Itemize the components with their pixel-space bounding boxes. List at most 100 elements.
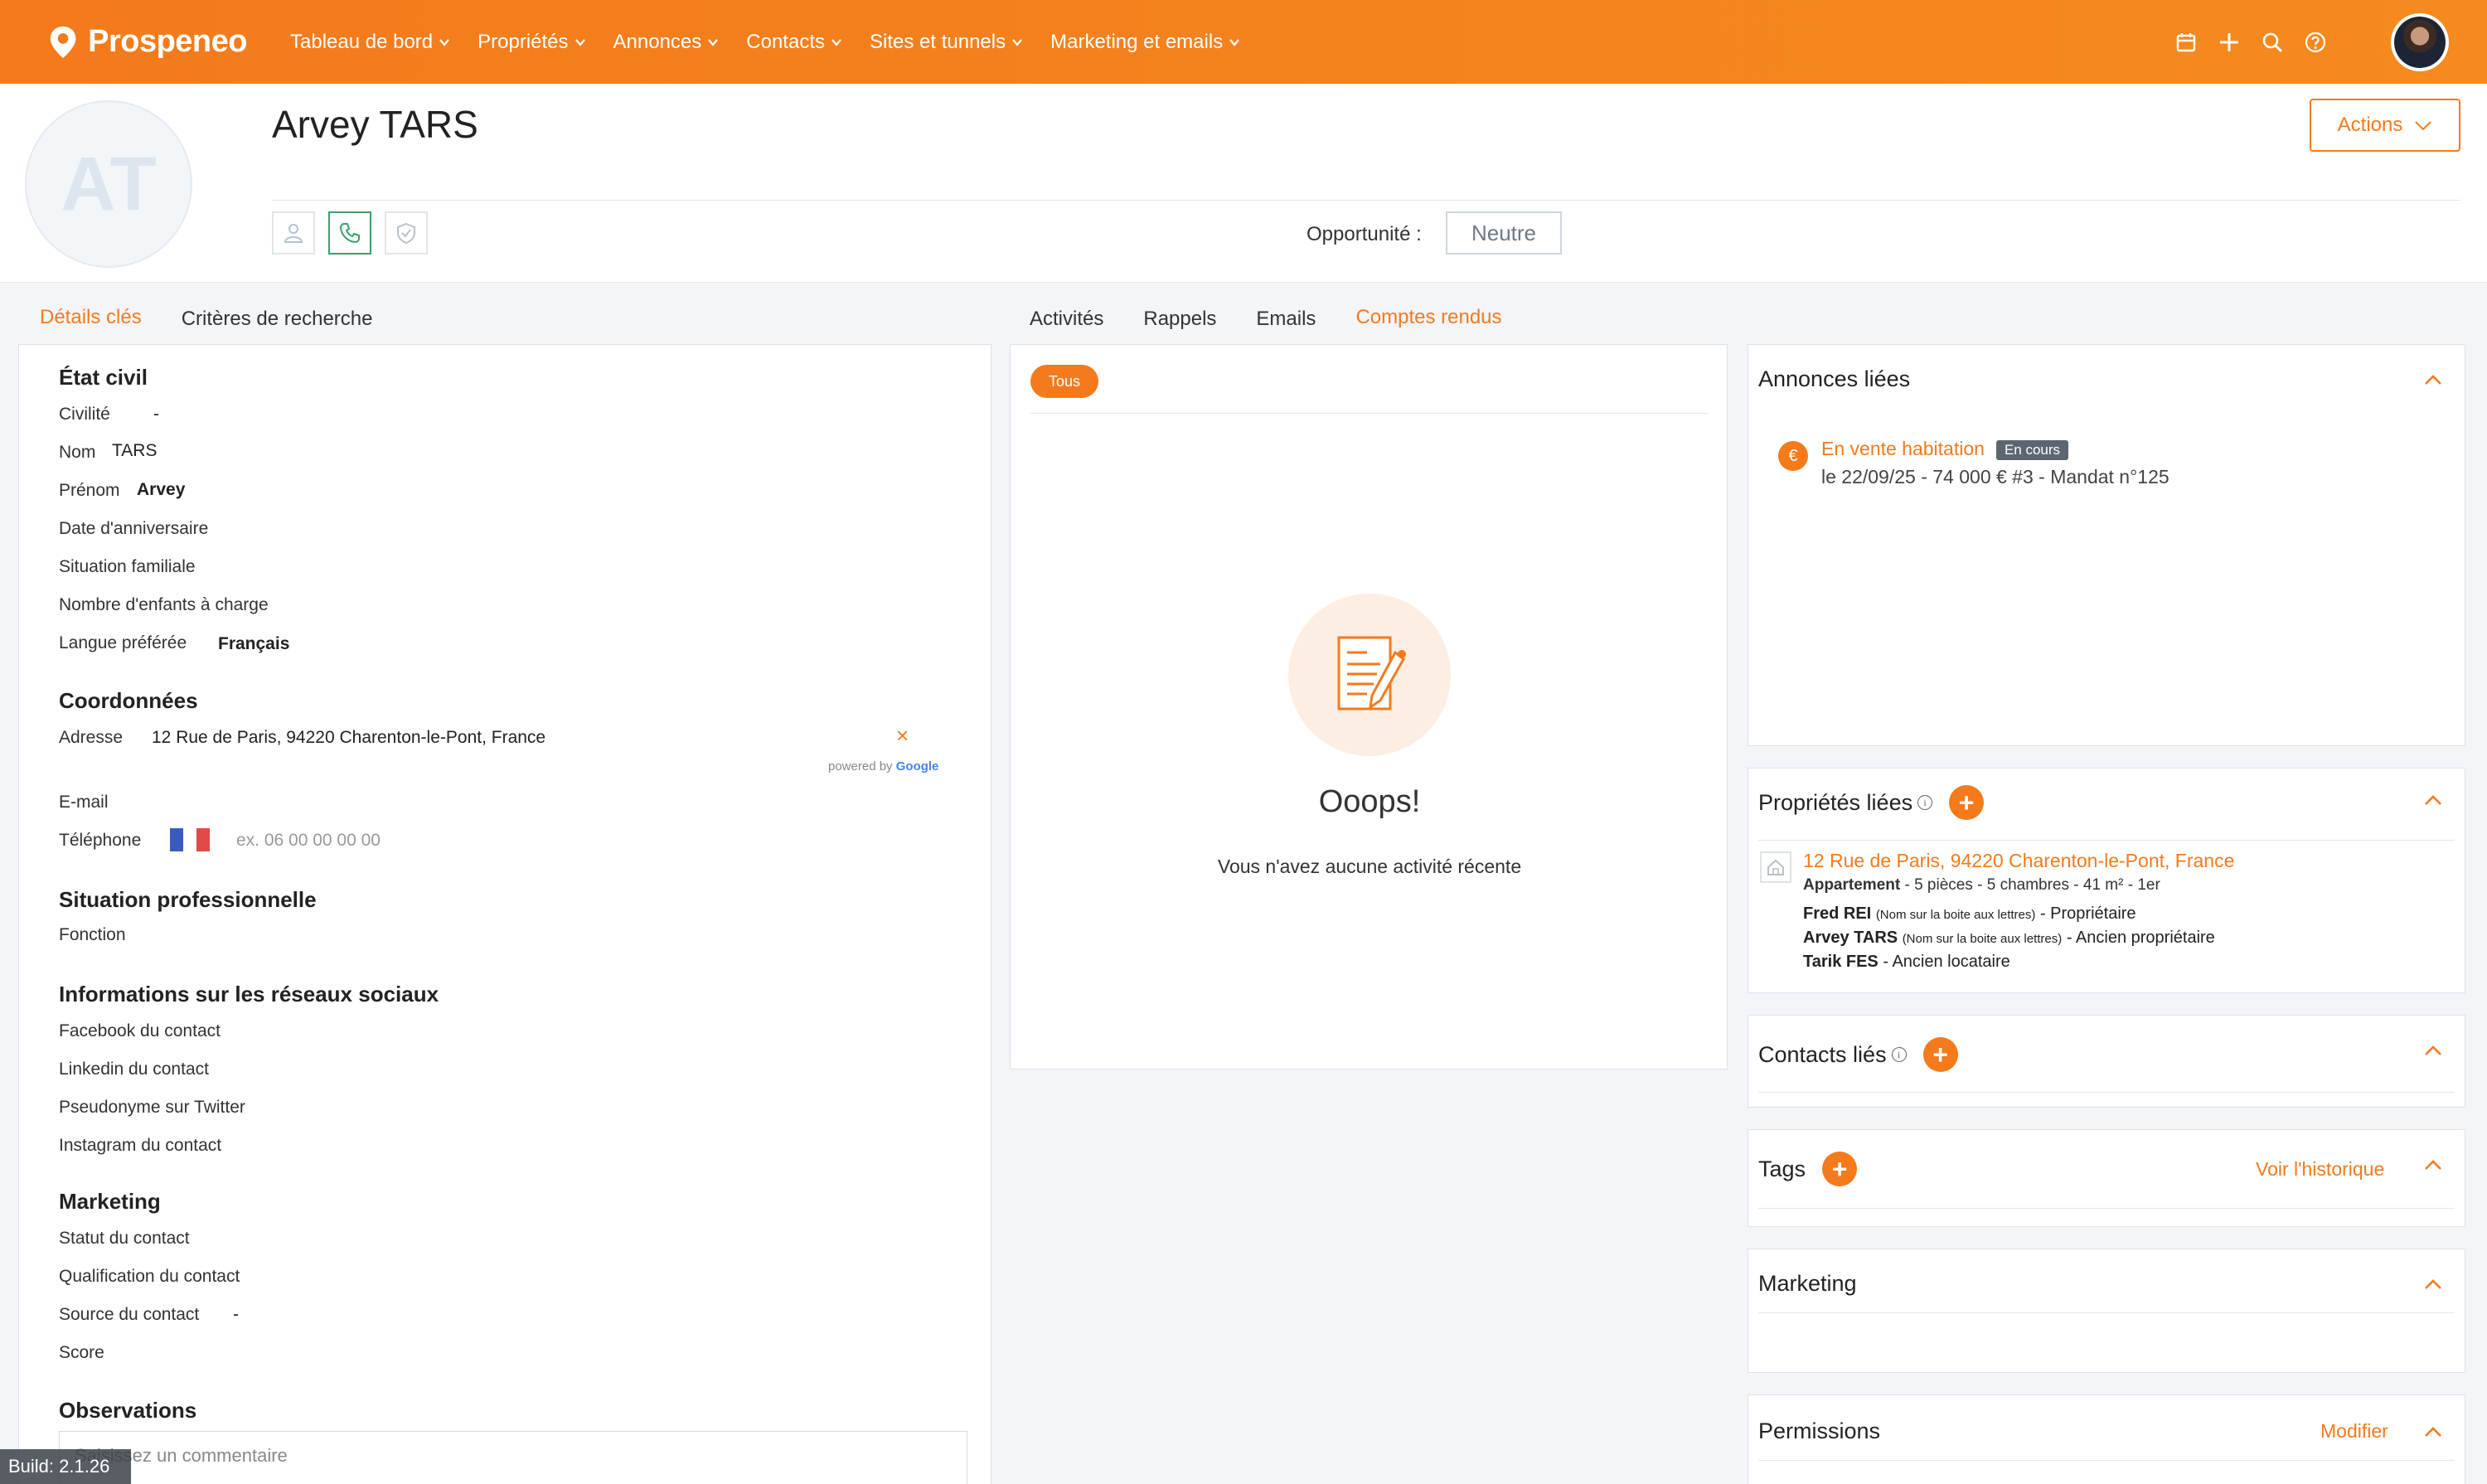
history-link[interactable]: Voir l'historique <box>2256 1158 2384 1181</box>
chevron-down-icon <box>708 38 719 46</box>
annonce-item: En vente habitation En cours <box>1821 438 2069 460</box>
contact-type-icons <box>272 211 441 255</box>
tab-criteres-de-recherche[interactable]: Critères de recherche <box>162 289 393 350</box>
person-note: (Nom sur la boite aux lettres) <box>1902 932 2063 946</box>
details-panel: État civil Civilité - Nom TARS Prénom Ar… <box>18 344 991 1484</box>
chevron-up-icon[interactable] <box>2423 373 2443 386</box>
propriete-type: Appartement <box>1803 876 1901 894</box>
phone-input[interactable]: ex. 06 00 00 00 00 <box>236 831 381 851</box>
nav-contacts[interactable]: Contacts <box>746 31 843 54</box>
logo[interactable]: Prospeneo <box>48 23 247 61</box>
proprietes-card: Propriétés liées i + 12 Rue de Paris, 94… <box>1748 768 2465 993</box>
fonction-label[interactable]: Fonction <box>59 925 126 945</box>
add-contact-button[interactable]: + <box>1922 1037 1958 1072</box>
info-icon[interactable]: i <box>1917 795 1933 810</box>
tab-activites[interactable]: Activités <box>1010 289 1123 350</box>
nav-label: Marketing et emails <box>1050 30 1224 53</box>
adresse-input[interactable]: 12 Rue de Paris, 94220 Charenton-le-Pont… <box>152 728 545 748</box>
divider <box>1030 413 1709 414</box>
card-title: Permissions <box>1758 1419 1881 1443</box>
chevron-up-icon[interactable] <box>2423 793 2443 807</box>
chevron-down-icon <box>1012 38 1022 46</box>
anniversaire-label[interactable]: Date d'anniversaire <box>59 519 208 539</box>
person-icon[interactable] <box>272 211 315 255</box>
tab-rappels[interactable]: Rappels <box>1123 289 1236 350</box>
langue-value[interactable]: Français <box>218 634 289 654</box>
search-icon[interactable] <box>2260 30 2285 55</box>
chevron-up-icon[interactable] <box>2423 1044 2443 1057</box>
calendar-icon[interactable] <box>2174 30 2199 55</box>
powered-text: powered by <box>828 759 893 774</box>
linkedin-field[interactable]: Linkedin du contact <box>59 1060 209 1079</box>
contact-name: Arvey TARS <box>272 103 478 146</box>
user-avatar[interactable] <box>2391 12 2449 71</box>
tab-emails[interactable]: Emails <box>1236 289 1336 350</box>
qualification-field[interactable]: Qualification du contact <box>59 1267 240 1287</box>
actions-button[interactable]: Actions <box>2310 99 2460 152</box>
situation-familiale-label[interactable]: Situation familiale <box>59 557 196 577</box>
activity-tabs: Activités Rappels Emails Comptes rendus <box>1010 289 1522 350</box>
nav-label: Propriétés <box>478 30 569 53</box>
enfants-label[interactable]: Nombre d'enfants à charge <box>59 595 269 615</box>
nav-proprietes[interactable]: Propriétés <box>478 31 586 54</box>
twitter-field[interactable]: Pseudonyme sur Twitter <box>59 1098 245 1118</box>
prenom-value[interactable]: Arvey <box>137 480 185 500</box>
comment-input[interactable]: Saisissez un commentaire <box>59 1431 967 1484</box>
card-title: Marketing <box>1758 1271 1857 1296</box>
info-icon[interactable]: i <box>1891 1047 1907 1062</box>
chevron-up-icon[interactable] <box>2423 1425 2443 1438</box>
statut-field[interactable]: Statut du contact <box>59 1229 190 1249</box>
prenom-label: Prénom <box>59 481 120 500</box>
chevron-up-icon[interactable] <box>2423 1158 2443 1171</box>
add-tag-button[interactable]: + <box>1822 1152 1858 1186</box>
powered-by-google: powered by Google <box>828 759 938 774</box>
shield-icon[interactable] <box>385 211 428 255</box>
clear-address-icon[interactable]: × <box>896 723 909 749</box>
source-value[interactable]: - <box>233 1305 239 1325</box>
plus-icon[interactable] <box>2217 30 2242 55</box>
contacts-lies-card: Contacts liés i + <box>1748 1015 2465 1108</box>
nav-sites-et-tunnels[interactable]: Sites et tunnels <box>870 31 1024 54</box>
langue-label: Langue préférée <box>59 633 187 652</box>
civilite-value[interactable]: - <box>153 405 159 424</box>
build-version: Build: 2.1.26 <box>0 1449 131 1484</box>
chevron-up-icon[interactable] <box>2423 1278 2443 1291</box>
section-situation-pro: Situation professionnelle <box>59 887 317 912</box>
score-field[interactable]: Score <box>59 1343 104 1363</box>
nav-tableau-de-bord[interactable]: Tableau de bord <box>290 31 451 54</box>
annonce-link[interactable]: En vente habitation <box>1821 438 1985 459</box>
filter-tous-button[interactable]: Tous <box>1030 365 1099 398</box>
nav-annonces[interactable]: Annonces <box>613 31 720 54</box>
tab-comptes-rendus[interactable]: Comptes rendus <box>1336 289 1522 350</box>
top-nav: Prospeneo Tableau de bord Propriétés Ann… <box>0 0 2487 84</box>
euro-icon: € <box>1778 441 1808 471</box>
divider <box>1758 1208 2455 1209</box>
modifier-link[interactable]: Modifier <box>2320 1420 2388 1443</box>
opportunity-select[interactable]: Neutre <box>1446 211 1562 255</box>
nav-label: Sites et tunnels <box>870 30 1006 53</box>
nom-value[interactable]: TARS <box>112 441 157 461</box>
instagram-field[interactable]: Instagram du contact <box>59 1136 221 1156</box>
facebook-field[interactable]: Facebook du contact <box>59 1021 221 1041</box>
france-flag-icon[interactable] <box>170 828 210 851</box>
nom-label: Nom <box>59 443 96 462</box>
email-label[interactable]: E-mail <box>59 793 109 812</box>
person-row: Fred REI (Nom sur la boite aux lettres) … <box>1803 904 2136 924</box>
person-name[interactable]: Arvey TARS <box>1803 929 1898 947</box>
help-icon[interactable] <box>2303 30 2328 55</box>
add-propriete-button[interactable]: + <box>1949 785 1985 820</box>
nav-marketing-et-emails[interactable]: Marketing et emails <box>1050 31 1241 54</box>
card-title: Annonces liées <box>1758 366 1911 391</box>
empty-illustration <box>1288 594 1451 756</box>
card-title: Contacts liés <box>1758 1041 1887 1067</box>
section-reseaux-sociaux: Informations sur les réseaux sociaux <box>59 982 439 1006</box>
phone-icon[interactable] <box>328 211 371 255</box>
propriete-address-link[interactable]: 12 Rue de Paris, 94220 Charenton-le-Pont… <box>1803 850 2234 872</box>
nav-label: Contacts <box>746 30 825 53</box>
person-name[interactable]: Fred REI <box>1803 904 1871 923</box>
divider <box>1758 1092 2455 1093</box>
tab-details-cles[interactable]: Détails clés <box>20 289 162 350</box>
person-name[interactable]: Tarik FES <box>1803 953 1879 971</box>
section-etat-civil: État civil <box>59 365 148 390</box>
card-title: Tags <box>1758 1156 1806 1181</box>
